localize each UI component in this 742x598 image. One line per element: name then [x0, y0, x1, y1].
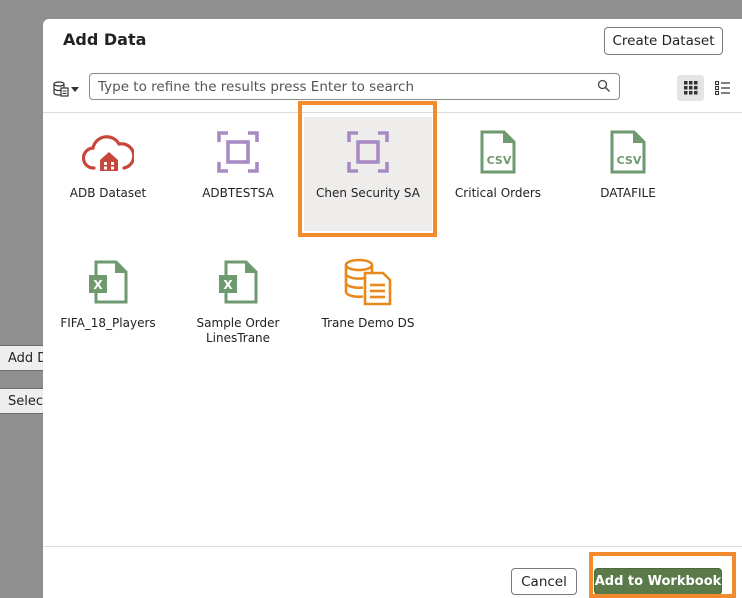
grid-view-icon [683, 81, 697, 95]
tile-label: ADBTESTSA [202, 186, 274, 200]
create-dataset-button[interactable]: Create Dataset [604, 27, 723, 55]
search-icon[interactable] [597, 79, 611, 93]
tile-label: Critical Orders [454, 186, 542, 200]
dialog-title: Add Data [63, 30, 147, 49]
excel-file-icon: X [219, 260, 258, 304]
toolbar-divider [43, 112, 742, 113]
search-input[interactable] [98, 77, 588, 96]
source-type-dropdown[interactable] [52, 78, 82, 100]
list-view-icon [715, 81, 730, 95]
background-add-data-fragment: Add D [0, 345, 44, 371]
tile-label: Sample Order LinesTrane [196, 316, 280, 345]
grid-view-button[interactable] [677, 75, 704, 101]
svg-text:CSV: CSV [487, 154, 512, 167]
cancel-button[interactable]: Cancel [511, 568, 577, 595]
tile-label: FIFA_18_Players [60, 316, 156, 330]
list-view-button[interactable] [709, 75, 736, 101]
tile-label: DATAFILE [600, 186, 656, 200]
subject-area-icon [347, 131, 389, 173]
search-box [89, 73, 620, 100]
dataset-tile[interactable]: X FIFA_18_Players [44, 247, 172, 361]
database-filter-icon [53, 81, 69, 97]
toolbar [43, 71, 742, 111]
svg-text:X: X [93, 278, 103, 292]
dataset-tile[interactable]: Trane Demo DS [304, 247, 432, 361]
excel-file-icon: X [89, 260, 128, 304]
dataset-tile[interactable]: CSV DATAFILE [564, 117, 692, 231]
svg-text:CSV: CSV [617, 154, 642, 167]
dataset-tile[interactable]: CSV Critical Orders [434, 117, 562, 231]
csv-file-icon: CSV [610, 130, 646, 174]
footer-divider [43, 546, 742, 547]
add-to-workbook-button[interactable]: Add to Workbook [594, 568, 722, 595]
dataset-tile[interactable]: ADB Dataset [44, 117, 172, 231]
csv-file-icon: CSV [480, 130, 516, 174]
tile-label: Chen Security SA [316, 186, 420, 200]
subject-area-icon [217, 131, 259, 173]
svg-text:X: X [223, 278, 233, 292]
background-select-fragment: Selec [0, 388, 44, 414]
dataset-tile[interactable]: X Sample Order LinesTrane [174, 247, 302, 361]
tile-label: Trane Demo DS [321, 316, 415, 330]
chevron-down-icon [71, 87, 79, 92]
add-data-dialog: Add Data Create Dataset Type to refine t… [43, 19, 742, 598]
dataset-tile-selected[interactable]: Chen Security SA [304, 117, 432, 231]
database-dataset-icon [344, 258, 392, 306]
cloud-database-icon [82, 135, 134, 171]
tile-label: ADB Dataset [69, 186, 147, 200]
dataset-tile[interactable]: ADBTESTSA [174, 117, 302, 231]
